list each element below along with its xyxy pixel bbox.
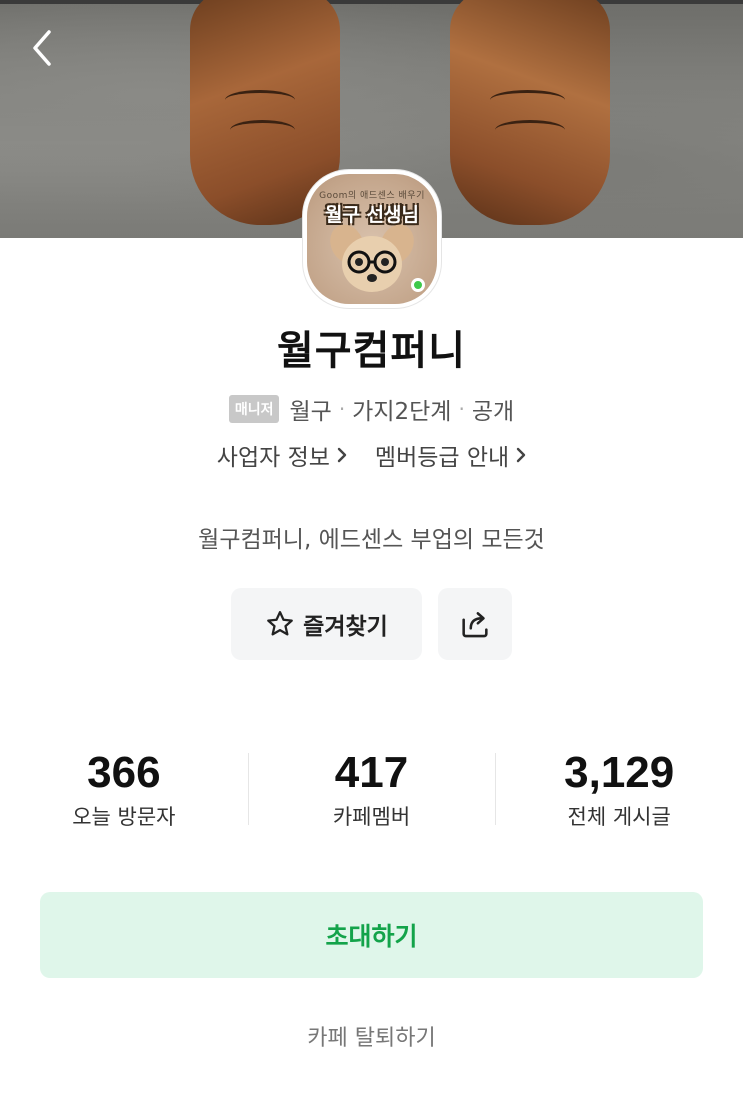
cafe-description: 월구컴퍼니, 에드센스 부업의 모든것 [198,527,545,553]
manager-badge: 매니저 [228,395,280,423]
online-status-dot [411,278,425,292]
business-info-label: 사업자 정보 [216,445,330,471]
cafe-visibility: 공개 [471,399,515,425]
stat-value: 417 [334,748,409,797]
info-links: 사업자 정보 멤버등급 안내 [0,438,743,472]
status-bar-edge [0,0,743,4]
chevron-left-icon [33,30,51,66]
business-info-link[interactable]: 사업자 정보 [217,438,347,472]
cafe-stats: 366 오늘 방문자 417 카페멤버 3,129 전체 게시글 [0,745,743,835]
cover-lace [490,90,565,110]
cover-lace [495,120,565,140]
cafe-level: 가지2단계 [352,399,452,425]
back-button[interactable] [22,26,62,70]
chevron-right-icon [517,447,526,463]
share-icon [462,612,488,638]
stat-label: 전체 게시글 [567,805,671,829]
cover-boot-right [450,0,610,225]
stat-label: 오늘 방문자 [72,805,176,829]
stat-members[interactable]: 417 카페멤버 [247,745,496,835]
stat-value: 366 [87,748,161,797]
stat-total-posts[interactable]: 3,129 전체 게시글 [495,745,743,835]
share-button[interactable] [438,588,512,660]
manager-name[interactable]: 월구 [289,392,331,426]
favorite-label: 즐겨찾기 [303,614,388,640]
cafe-name: 월구컴퍼니 [277,328,466,374]
chevron-right-icon [337,447,347,463]
member-grade-label: 멤버등급 안내 [374,445,510,471]
star-icon [267,611,294,636]
cover-lace [225,90,295,110]
leave-cafe-link[interactable]: 카페 탈퇴하기 [0,1020,743,1052]
invite-button[interactable]: 초대하기 [40,892,703,978]
cafe-meta: 매니저 월구 · 가지2단계 · 공개 [0,392,743,426]
separator-dot: · [338,397,346,421]
member-grade-link[interactable]: 멤버등급 안내 [375,438,526,472]
separator-dot: · [458,397,465,421]
stat-label: 카페멤버 [332,805,411,829]
cover-lace [230,120,295,140]
stat-today-visitors[interactable]: 366 오늘 방문자 [0,745,248,835]
favorite-button[interactable]: 즐겨찾기 [231,588,422,660]
stat-value: 3,129 [564,748,675,797]
